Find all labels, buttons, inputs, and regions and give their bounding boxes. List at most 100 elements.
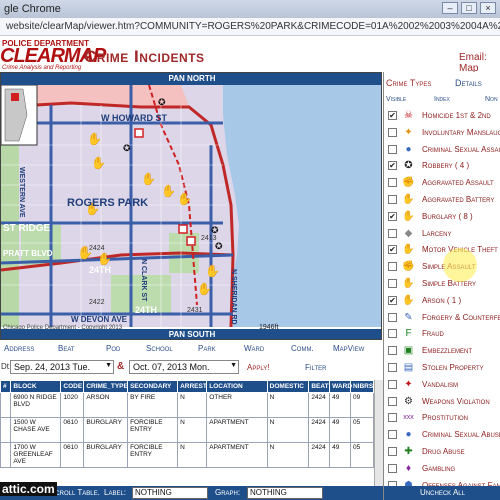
uncheck-all-button[interactable]: Uncheck All [384, 486, 500, 500]
nav-beat[interactable]: Beat [58, 344, 75, 353]
column-header[interactable]: LOCATION [206, 380, 268, 393]
crime-type-checkbox[interactable]: ✔ [388, 211, 397, 221]
crime-type-label[interactable]: Weapons Violation [422, 397, 490, 406]
apply-button[interactable]: Apply! [247, 363, 269, 372]
crime-type-checkbox[interactable] [388, 279, 397, 288]
crime-type-checkbox[interactable] [388, 178, 397, 188]
crime-type-checkbox[interactable] [388, 447, 397, 456]
crime-type-label[interactable]: Gambling [422, 464, 455, 473]
crime-type-row[interactable]: ♦ Gambling [384, 461, 500, 478]
column-header[interactable]: BLOCK [10, 380, 62, 393]
crime-type-label[interactable]: Burglary ( 8 ) [422, 212, 473, 221]
details-link[interactable]: Details [455, 78, 482, 88]
crime-type-row[interactable]: ⚙ Weapons Violation [384, 394, 500, 411]
graph-select[interactable]: NOTHING [247, 487, 323, 499]
crime-type-checkbox[interactable] [388, 228, 397, 238]
table-row[interactable]: 1700 W GREENLEAF AVE 0610 BURGLARY FORCI… [0, 442, 375, 468]
column-header[interactable]: # [0, 380, 12, 393]
burglary-marker[interactable]: ✋ [197, 282, 212, 296]
start-date-select[interactable]: Sep. 24, 2013 Tue. ▼ [10, 360, 114, 374]
crime-type-row[interactable]: ✔ ☠ Homicide 1st & 2nd [384, 108, 500, 125]
vehicle-theft-marker[interactable] [186, 236, 196, 246]
crime-type-row[interactable]: ✔ ✪ Robbery ( 4 ) [384, 158, 500, 175]
email-map-link[interactable]: Email: Map [459, 52, 500, 74]
nav-comm[interactable]: Comm. [291, 344, 314, 353]
crime-type-row[interactable]: ◆ Larceny [384, 226, 500, 243]
crime-type-label[interactable]: Prostitution [422, 413, 468, 422]
crime-type-checkbox[interactable] [388, 413, 397, 423]
column-header[interactable]: CODE [60, 380, 85, 393]
crime-type-label[interactable]: Larceny [422, 229, 451, 238]
robbery-marker[interactable]: ✪ [158, 97, 166, 107]
crime-map[interactable]: PAN NORTH ✋ ✋ ✋ ✋ ✋ ✋ ✋ ✋ ✪ ✪ ✪ ✪ ✋ ✋ W … [0, 72, 382, 340]
crime-type-row[interactable]: ● Criminal Sexual Assault [384, 142, 500, 159]
burglary-marker[interactable]: ✋ [97, 252, 112, 266]
column-header[interactable]: DOMESTIC [266, 380, 310, 393]
crime-type-label[interactable]: Fraud [422, 329, 444, 338]
crime-type-checkbox[interactable]: ✔ [388, 295, 397, 305]
nonindex-column-label[interactable]: Non [485, 96, 498, 103]
end-date-select[interactable]: Oct. 07, 2013 Mon. ▼ [129, 360, 239, 374]
burglary-marker[interactable]: ✋ [91, 156, 106, 170]
minimize-button[interactable]: – [442, 2, 458, 14]
crime-type-label[interactable]: Criminal Sexual Abuse [422, 430, 500, 439]
filter-button[interactable]: Filter [305, 363, 326, 372]
column-header[interactable]: ARREST [177, 380, 208, 393]
crime-type-row[interactable]: ▤ Stolen Property [384, 360, 500, 377]
address-bar[interactable]: website/clearMap/viewer.htm?COMMUNITY=RO… [0, 18, 500, 36]
crime-type-label[interactable]: Arson ( 1 ) [422, 296, 461, 305]
crime-type-row[interactable]: ✚ Drug Abuse [384, 444, 500, 461]
nav-mapview[interactable]: MapView [333, 344, 364, 353]
burglary-marker[interactable]: ✋ [141, 172, 156, 186]
pan-north-button[interactable]: PAN NORTH [1, 73, 381, 85]
crime-type-label[interactable]: Homicide 1st & 2nd [422, 111, 491, 120]
crime-type-row[interactable]: ✦ Vandalism [384, 377, 500, 394]
crime-type-label[interactable]: Simple Battery [422, 279, 476, 288]
nav-park[interactable]: Park [198, 344, 216, 353]
crime-type-label[interactable]: Aggravated Assault [422, 178, 494, 187]
crime-type-checkbox[interactable] [388, 430, 397, 440]
crime-type-label[interactable]: Forgery & Counterfeit [422, 313, 500, 322]
crime-type-checkbox[interactable] [388, 262, 397, 272]
crime-type-checkbox[interactable] [388, 463, 397, 473]
crime-type-row[interactable]: ✦ Involuntary Manslaughter [384, 125, 500, 142]
crime-type-label[interactable]: Aggravated Battery [422, 195, 494, 204]
column-header[interactable]: WARD [329, 380, 352, 393]
crime-type-row[interactable]: ▣ Embezzlement [384, 343, 500, 360]
crime-type-row[interactable]: ✔ ✋ Burglary ( 8 ) [384, 209, 500, 226]
nav-pod[interactable]: Pod [106, 344, 120, 353]
crime-type-row[interactable]: ✊ Aggravated Assault [384, 175, 500, 192]
nav-school[interactable]: School [146, 344, 173, 353]
column-header[interactable]: SECONDARY [127, 380, 179, 393]
crime-type-row[interactable]: ✋ Aggravated Battery [384, 192, 500, 209]
crime-type-row[interactable]: ✎ Forgery & Counterfeit [384, 310, 500, 327]
burglary-marker[interactable]: ✋ [205, 264, 220, 278]
nav-address[interactable]: Address [4, 344, 34, 353]
burglary-marker[interactable]: ✋ [161, 184, 176, 198]
crime-type-checkbox[interactable]: ✔ [388, 161, 397, 171]
crime-type-checkbox[interactable] [388, 363, 397, 372]
vehicle-theft-marker[interactable] [178, 224, 188, 234]
crime-type-checkbox[interactable] [388, 379, 397, 389]
crime-type-label[interactable]: Embezzlement [422, 346, 472, 355]
crime-type-row[interactable]: xxx Prostitution [384, 410, 500, 427]
column-header[interactable]: NIBRS [349, 380, 375, 393]
robbery-marker[interactable]: ✪ [123, 143, 131, 153]
robbery-marker[interactable]: ✪ [215, 241, 223, 251]
crime-type-row[interactable]: ✔ ✋ Arson ( 1 ) [384, 293, 500, 310]
column-header[interactable]: CRIME_TYPE [83, 380, 129, 393]
map-canvas[interactable]: ✋ ✋ ✋ ✋ ✋ ✋ ✋ ✋ ✪ ✪ ✪ ✪ ✋ ✋ [1, 85, 382, 327]
crime-type-checkbox[interactable] [388, 396, 397, 406]
burglary-marker[interactable]: ✋ [177, 192, 192, 206]
crime-type-label[interactable]: Vandalism [422, 380, 458, 389]
crime-type-checkbox[interactable] [388, 144, 397, 154]
crime-type-label[interactable]: Robbery ( 4 ) [422, 161, 469, 170]
close-button[interactable]: × [480, 2, 496, 14]
crime-type-row[interactable]: ✊Simple Assault [384, 259, 500, 276]
label-select[interactable]: NOTHING [132, 487, 208, 499]
table-row[interactable]: 6900 N RIDGE BLVD 1020 ARSON BY FIRE N O… [0, 392, 375, 418]
crime-type-checkbox[interactable] [388, 346, 397, 356]
column-header[interactable]: BEAT [308, 380, 331, 393]
crime-type-label[interactable]: Stolen Property [422, 363, 484, 372]
crime-type-label[interactable]: Involuntary Manslaughter [422, 128, 500, 137]
